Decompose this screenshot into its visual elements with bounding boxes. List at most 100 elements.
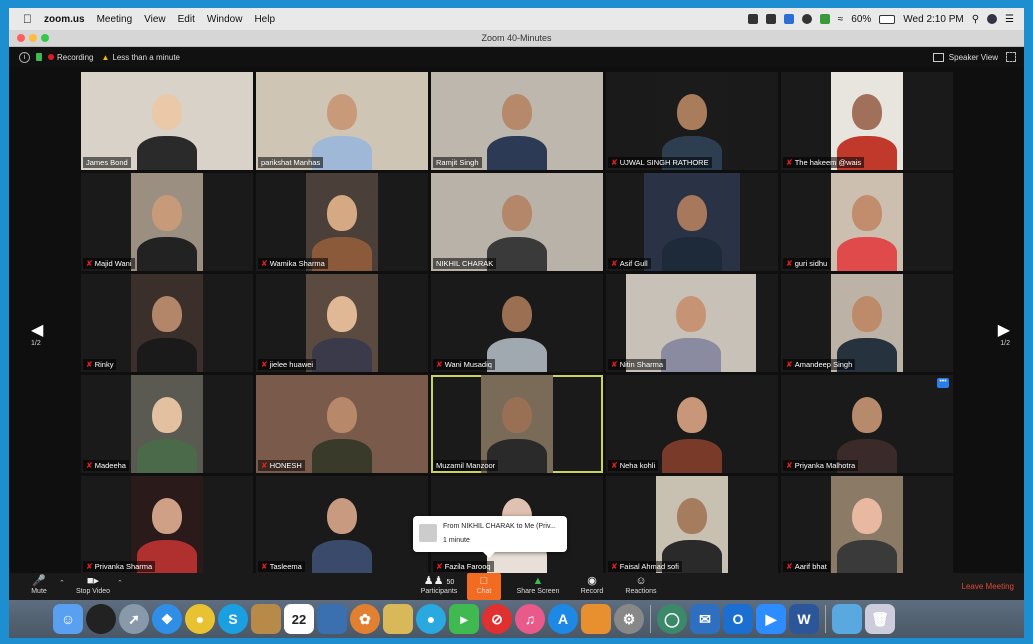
- outlook-icon[interactable]: O: [723, 604, 753, 634]
- mail-app-icon[interactable]: ✉: [690, 604, 720, 634]
- participant-name-tag: ✘ guri sidhu: [783, 258, 831, 269]
- chat-notification-popup[interactable]: From NIKHIL CHARAK to Me (Priv... 1 minu…: [413, 516, 567, 558]
- leave-meeting-button[interactable]: Leave Meeting: [962, 582, 1014, 591]
- battery-icon[interactable]: [879, 14, 896, 24]
- participant-tile[interactable]: ✘ HONESH: [256, 375, 428, 473]
- preview-icon[interactable]: [317, 604, 347, 634]
- zoom-tray-icon[interactable]: [747, 14, 758, 24]
- notes-icon[interactable]: [383, 604, 413, 634]
- zoom-window-button[interactable]: [41, 34, 49, 42]
- zoom-dock-icon[interactable]: ▶: [756, 604, 786, 634]
- encryption-shield-icon[interactable]: [36, 53, 42, 61]
- prev-page-arrow-icon[interactable]: ◀: [31, 320, 43, 340]
- record-button[interactable]: ◉ Record: [577, 575, 607, 595]
- menu-view[interactable]: View: [144, 14, 166, 25]
- menu-help[interactable]: Help: [254, 14, 275, 25]
- muted-mic-icon: ✘: [611, 360, 618, 369]
- participants-button[interactable]: ♟♟ 50 Participants: [417, 575, 461, 595]
- screen-tray-icon[interactable]: [765, 14, 776, 24]
- trash-icon[interactable]: 🗑: [865, 604, 895, 634]
- menu-window[interactable]: Window: [207, 14, 243, 25]
- participant-tile[interactable]: James Bond: [81, 72, 253, 170]
- mute-button[interactable]: 🎤 Mute: [27, 575, 51, 595]
- next-page-arrow-icon[interactable]: ▶: [998, 320, 1010, 340]
- apple-menu-icon[interactable]: : [23, 12, 32, 26]
- share-screen-button[interactable]: ▲ Share Screen: [515, 575, 561, 595]
- close-window-button[interactable]: [17, 34, 25, 42]
- finder-icon[interactable]: ☺: [53, 604, 83, 634]
- system-preferences-icon[interactable]: ⚙: [614, 604, 644, 634]
- meeting-info-icon[interactable]: i: [19, 51, 30, 63]
- participant-tile[interactable]: ✘ Privanka Sharma: [81, 476, 253, 574]
- chat-button[interactable]: □ Chat: [467, 573, 501, 600]
- participant-tile[interactable]: NIKHIL CHARAK: [431, 173, 603, 271]
- app-tray-icon[interactable]: [819, 14, 830, 24]
- spotlight-search-icon[interactable]: ⚲: [972, 14, 979, 25]
- participant-tile[interactable]: ✘ Tasleema: [256, 476, 428, 574]
- dropbox-icon[interactable]: [783, 14, 794, 24]
- participant-name-tag: ✘ Wamika Sharma: [258, 258, 328, 269]
- participant-tile[interactable]: ✘ Wamika Sharma: [256, 173, 428, 271]
- notification-center-icon[interactable]: ☰: [1005, 14, 1014, 25]
- stop-video-button[interactable]: ■▸ Stop Video: [71, 575, 115, 595]
- participant-tile[interactable]: ✘ Majid Wani: [81, 173, 253, 271]
- participant-video: [306, 274, 378, 372]
- participants-count: 50: [446, 579, 455, 586]
- participant-name: Amandeep Singh: [794, 360, 853, 369]
- browser-icon[interactable]: ◯: [657, 604, 687, 634]
- audio-options-chevron-icon[interactable]: ⌃: [59, 579, 65, 587]
- calendar-icon[interactable]: 22: [284, 604, 314, 634]
- facetime-icon[interactable]: ▸: [449, 604, 479, 634]
- participant-tile[interactable]: Muzamil Manzoor: [431, 375, 603, 473]
- do-not-disturb-icon[interactable]: ⊘: [482, 604, 512, 634]
- speaker-view-button[interactable]: Speaker View: [932, 52, 998, 62]
- participant-tile[interactable]: ✘ guri sidhu: [781, 173, 953, 271]
- more-options-icon[interactable]: •••: [937, 378, 949, 388]
- reactions-button[interactable]: ☺ Reactions: [621, 575, 661, 595]
- folder-icon[interactable]: [832, 604, 862, 634]
- participant-tile[interactable]: ✘ Priyanka Malhotra •••: [781, 375, 953, 473]
- chrome-icon[interactable]: ●: [185, 604, 215, 634]
- contacts-icon[interactable]: [251, 604, 281, 634]
- participant-tile[interactable]: parikshat Manhas: [256, 72, 428, 170]
- participant-tile[interactable]: ✘ Wani Musadiq: [431, 274, 603, 372]
- app-store-icon[interactable]: A: [548, 604, 578, 634]
- participant-name-tag: ✘ Madeeha: [83, 460, 129, 471]
- siri-dock-icon[interactable]: [86, 604, 116, 634]
- fullscreen-icon[interactable]: [1006, 52, 1016, 62]
- participant-tile[interactable]: ✘ UJWAL SINGH RATHORE: [606, 72, 778, 170]
- participant-tile[interactable]: ✘ The hakeem @wais: [781, 72, 953, 170]
- photos-icon[interactable]: ✿: [350, 604, 380, 634]
- participant-tile[interactable]: ✘ jielee huawei: [256, 274, 428, 372]
- messages-icon[interactable]: ●: [416, 604, 446, 634]
- music-icon[interactable]: ♫: [515, 604, 545, 634]
- menu-edit[interactable]: Edit: [178, 14, 195, 25]
- menu-meeting[interactable]: Meeting: [97, 14, 133, 25]
- participant-tile[interactable]: ✘ Rinky: [81, 274, 253, 372]
- books-icon[interactable]: [581, 604, 611, 634]
- participant-tile[interactable]: ✘ Madeeha: [81, 375, 253, 473]
- participant-tile[interactable]: ✘ Aarif bhat: [781, 476, 953, 574]
- participant-name-tag: ✘ Asif Gull: [608, 258, 651, 269]
- share-screen-label: Share Screen: [516, 588, 560, 595]
- participant-tile[interactable]: ✘ Asif Gull: [606, 173, 778, 271]
- launchpad-icon[interactable]: ➚: [119, 604, 149, 634]
- skype-icon[interactable]: S: [218, 604, 248, 634]
- participant-face: [327, 498, 357, 534]
- clock[interactable]: Wed 2:10 PM: [903, 14, 963, 25]
- participant-tile[interactable]: ✘ Faisal Ahmad sofi: [606, 476, 778, 574]
- muted-mic-icon: ✘: [786, 158, 793, 167]
- safari-icon[interactable]: ❖: [152, 604, 182, 634]
- word-icon[interactable]: W: [789, 604, 819, 634]
- participant-video: [481, 375, 553, 473]
- minimize-window-button[interactable]: [29, 34, 37, 42]
- menu-app-name[interactable]: zoom.us: [44, 14, 85, 25]
- participant-tile[interactable]: ✘ Nitin Sharma: [606, 274, 778, 372]
- participant-tile[interactable]: ✘ Amandeep Singh: [781, 274, 953, 372]
- participant-tile[interactable]: ✘ Neha kohli: [606, 375, 778, 473]
- siri-icon[interactable]: [987, 14, 998, 24]
- wifi-icon[interactable]: ≈: [838, 14, 844, 25]
- video-options-chevron-icon[interactable]: ⌃: [117, 579, 123, 587]
- participant-tile[interactable]: Ramjit Singh: [431, 72, 603, 170]
- sync-icon[interactable]: [801, 14, 812, 24]
